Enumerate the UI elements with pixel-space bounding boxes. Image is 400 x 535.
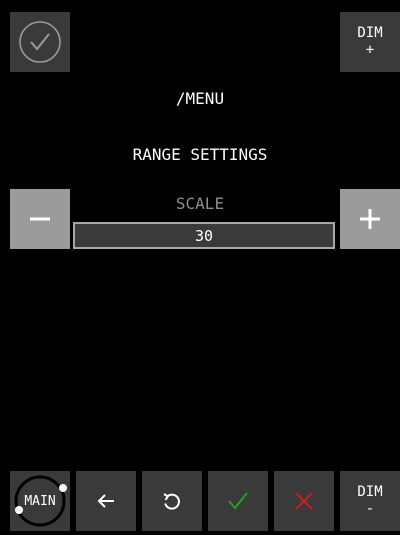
section-title: RANGE SETTINGS bbox=[132, 145, 268, 164]
menu-path: /MENU bbox=[175, 89, 225, 108]
dim-down-label: DIM bbox=[357, 484, 383, 500]
check-circle-icon bbox=[19, 21, 61, 63]
cancel-button[interactable] bbox=[274, 471, 334, 531]
arrow-left-icon bbox=[97, 494, 114, 508]
dim-up-button[interactable]: DIM + bbox=[340, 12, 400, 72]
back-button[interactable] bbox=[76, 471, 136, 531]
dim-up-label: DIM bbox=[357, 25, 383, 41]
scale-value-field[interactable] bbox=[73, 222, 335, 249]
x-icon bbox=[295, 492, 313, 510]
main-label: MAIN bbox=[24, 493, 56, 509]
dim-up-sign: + bbox=[365, 42, 375, 58]
dim-down-button[interactable]: DIM - bbox=[340, 471, 400, 531]
undo-button[interactable] bbox=[142, 471, 202, 531]
increase-button[interactable] bbox=[340, 189, 400, 249]
dim-down-sign: - bbox=[365, 501, 375, 517]
confirm-button[interactable] bbox=[208, 471, 268, 531]
main-button[interactable]: MAIN bbox=[10, 471, 70, 531]
check-button[interactable] bbox=[10, 12, 70, 72]
decrease-button[interactable] bbox=[10, 189, 70, 249]
check-icon bbox=[228, 492, 248, 510]
undo-icon bbox=[163, 493, 180, 510]
plus-icon bbox=[360, 209, 380, 229]
minus-icon bbox=[30, 217, 50, 221]
